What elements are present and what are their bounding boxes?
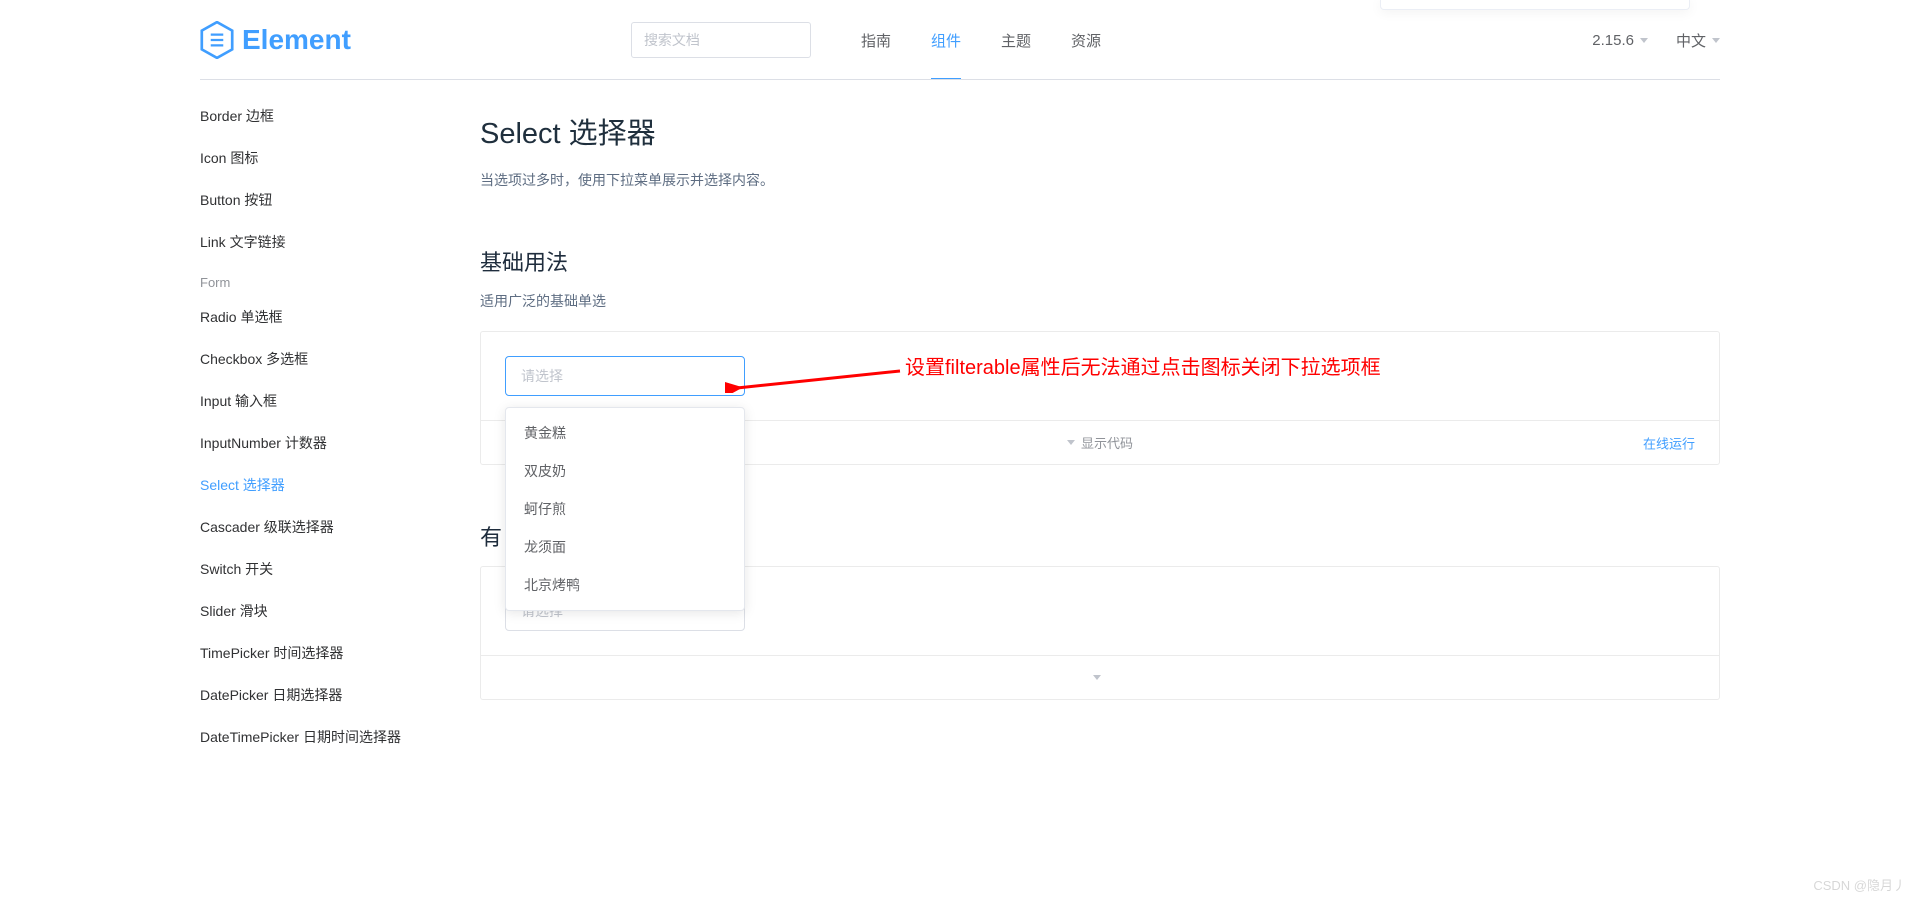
dropdown-item[interactable]: 北京烤鸭 <box>506 566 744 604</box>
dropdown-item[interactable]: 龙须面 <box>506 528 744 566</box>
sidebar-item-inputnumber[interactable]: InputNumber 计数器 <box>200 422 480 464</box>
sidebar-item-datetimepicker[interactable]: DateTimePicker 日期时间选择器 <box>200 716 480 758</box>
sidebar-item-radio[interactable]: Radio 单选框 <box>200 296 480 338</box>
version-select[interactable]: 2.15.6 <box>1592 32 1648 49</box>
caret-down-icon <box>1093 675 1101 680</box>
header: Element 指南 组件 主题 资源 2.15.6 中文 <box>0 0 1920 80</box>
header-right: 2.15.6 中文 <box>1592 30 1720 51</box>
run-online-link[interactable]: 在线运行 <box>1643 433 1695 452</box>
select-basic[interactable] <box>505 356 745 396</box>
sidebar-item-select[interactable]: Select 选择器 <box>200 464 480 506</box>
sidebar-item-datepicker[interactable]: DatePicker 日期选择器 <box>200 674 480 716</box>
search-box <box>631 22 811 58</box>
sidebar-item-link[interactable]: Link 文字链接 <box>200 221 480 263</box>
dropdown-item[interactable]: 蚵仔煎 <box>506 490 744 528</box>
sidebar: Border 边框 Icon 图标 Button 按钮 Link 文字链接 Fo… <box>200 80 480 758</box>
show-code-label: 显示代码 <box>1081 433 1133 452</box>
dropdown-item[interactable]: 双皮奶 <box>506 452 744 490</box>
select-dropdown: 黄金糕 双皮奶 蚵仔煎 龙须面 北京烤鸭 <box>505 407 745 611</box>
element-logo-icon <box>200 21 234 59</box>
popover-fragment <box>1380 0 1690 10</box>
select-input[interactable] <box>505 356 745 396</box>
sidebar-item-checkbox[interactable]: Checkbox 多选框 <box>200 338 480 380</box>
language-label: 中文 <box>1676 30 1706 51</box>
sidebar-group-form: Form <box>200 263 480 296</box>
sidebar-item-cascader[interactable]: Cascader 级联选择器 <box>200 506 480 548</box>
sidebar-item-timepicker[interactable]: TimePicker 时间选择器 <box>200 632 480 674</box>
sidebar-item-button[interactable]: Button 按钮 <box>200 179 480 221</box>
chevron-down-icon <box>1712 38 1720 43</box>
page-title: Select 选择器 <box>480 110 1720 152</box>
chevron-up-icon[interactable] <box>725 368 735 384</box>
demo-basic: 黄金糕 双皮奶 蚵仔煎 龙须面 北京烤鸭 显示代码 在线运行 <box>480 331 1720 465</box>
logo[interactable]: Element <box>200 21 351 59</box>
content: Border 边框 Icon 图标 Button 按钮 Link 文字链接 Fo… <box>0 80 1920 758</box>
nav-guide[interactable]: 指南 <box>841 0 911 80</box>
sidebar-item-slider[interactable]: Slider 滑块 <box>200 590 480 632</box>
page-desc: 当选项过多时，使用下拉菜单展示并选择内容。 <box>480 170 1720 190</box>
sidebar-item-switch[interactable]: Switch 开关 <box>200 548 480 590</box>
main: Select 选择器 当选项过多时，使用下拉菜单展示并选择内容。 基础用法 适用… <box>480 80 1720 758</box>
show-code-toggle[interactable] <box>481 655 1719 699</box>
caret-down-icon <box>1067 440 1075 445</box>
main-nav: 指南 组件 主题 资源 <box>841 0 1121 80</box>
nav-components[interactable]: 组件 <box>911 0 981 80</box>
nav-resources[interactable]: 资源 <box>1051 0 1121 80</box>
logo-text: Element <box>242 24 351 56</box>
sidebar-item-input[interactable]: Input 输入框 <box>200 380 480 422</box>
header-border <box>200 79 1720 80</box>
dropdown-item[interactable]: 黄金糕 <box>506 414 744 452</box>
watermark: CSDN @隐月丿 <box>1813 875 1906 894</box>
version-label: 2.15.6 <box>1592 32 1634 49</box>
nav-theme[interactable]: 主题 <box>981 0 1051 80</box>
sidebar-item-border[interactable]: Border 边框 <box>200 95 480 137</box>
search-input[interactable] <box>631 22 811 58</box>
section-basic-desc: 适用广泛的基础单选 <box>480 291 1720 311</box>
chevron-down-icon <box>1640 38 1648 43</box>
language-select[interactable]: 中文 <box>1676 30 1720 51</box>
sidebar-item-icon[interactable]: Icon 图标 <box>200 137 480 179</box>
section-basic-title: 基础用法 <box>480 245 1720 277</box>
